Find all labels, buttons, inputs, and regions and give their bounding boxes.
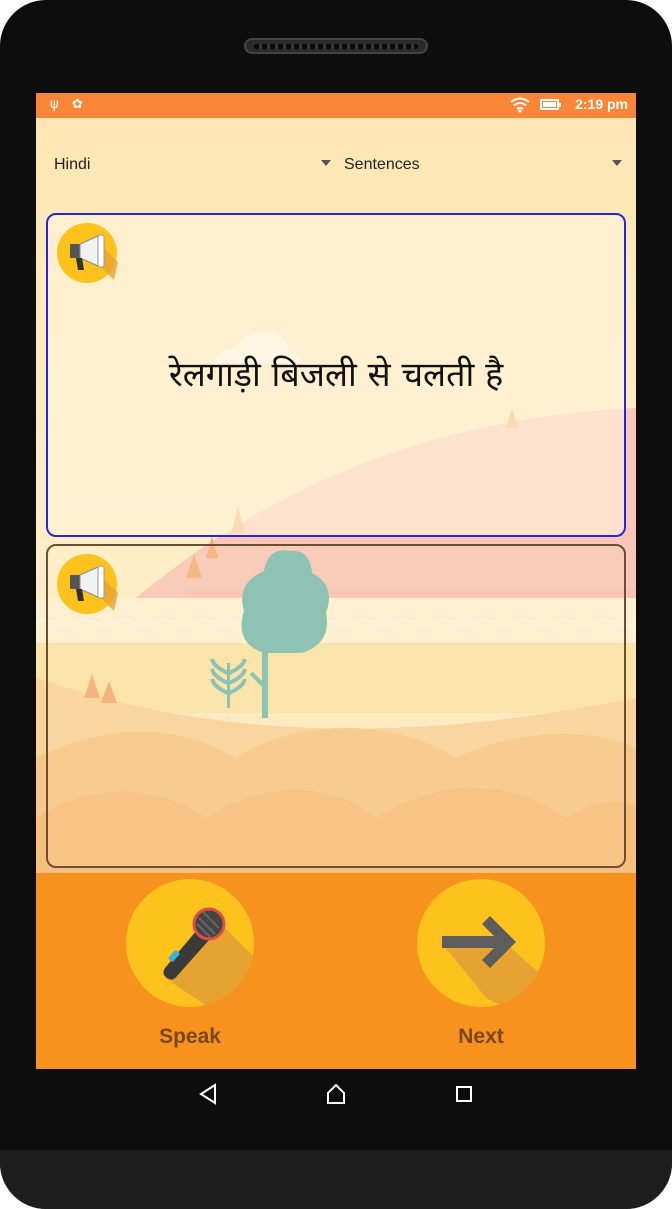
back-icon[interactable] (193, 1079, 223, 1109)
usb-icon: ψ (50, 97, 59, 112)
phone-frame: ψ ✿ 2:19 pm Hindi Sentences रेलगाड़ी बिज… (0, 0, 672, 1209)
chevron-down-icon (321, 160, 331, 166)
battery-icon (540, 99, 561, 110)
recents-icon[interactable] (449, 1079, 479, 1109)
android-debug-icon: ✿ (72, 97, 83, 112)
next-label: Next (458, 1025, 504, 1048)
system-nav-bar (36, 1069, 636, 1119)
language-dropdown[interactable]: Hindi (54, 148, 334, 182)
megaphone-icon[interactable] (56, 222, 118, 284)
chevron-down-icon (612, 160, 622, 166)
next-button[interactable] (416, 878, 546, 1008)
speak-button[interactable] (125, 878, 255, 1008)
home-icon[interactable] (321, 1079, 351, 1109)
response-card (46, 544, 626, 868)
phone-chin (0, 1150, 672, 1209)
status-time: 2:19 pm (575, 96, 628, 112)
sentence-text: रेलगाड़ी बिजली से चलती है (168, 355, 504, 395)
app-screen: ψ ✿ 2:19 pm Hindi Sentences रेलगाड़ी बिज… (36, 93, 636, 1069)
speak-label: Speak (159, 1025, 221, 1048)
prompt-card: रेलगाड़ी बिजली से चलती है (46, 213, 626, 537)
mode-dropdown-value: Sentences (344, 156, 420, 173)
status-bar: ψ ✿ 2:19 pm (36, 93, 636, 118)
megaphone-icon[interactable] (56, 553, 118, 615)
mode-dropdown[interactable]: Sentences (344, 148, 626, 182)
language-dropdown-value: Hindi (54, 156, 91, 173)
wifi-icon (510, 97, 530, 113)
earpiece-speaker (244, 38, 428, 54)
